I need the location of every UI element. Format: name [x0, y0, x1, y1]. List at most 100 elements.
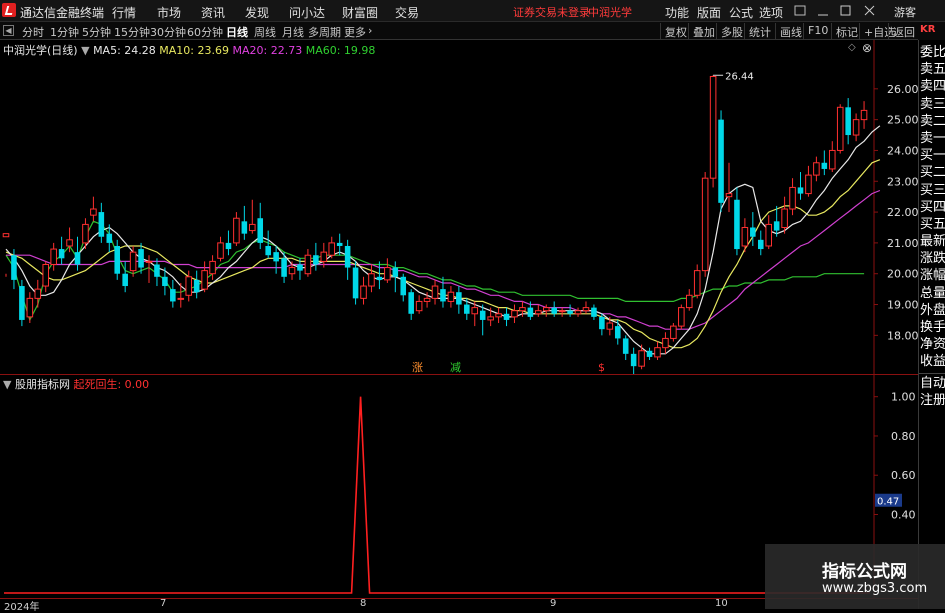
- candle: [685, 289, 693, 311]
- close-icon[interactable]: ⊗: [862, 41, 872, 55]
- button-overlay[interactable]: 叠加: [688, 23, 719, 39]
- rp-buy1[interactable]: 买一: [919, 147, 945, 164]
- rp-buy5[interactable]: 买五: [919, 216, 945, 233]
- candle: [718, 110, 724, 213]
- candle: [98, 202, 105, 243]
- edge-label: KR: [918, 22, 945, 40]
- rp-sell4[interactable]: 卖四: [919, 78, 945, 95]
- period-30min[interactable]: 30分钟: [150, 24, 186, 40]
- menu-wealth[interactable]: 财富圈: [342, 4, 378, 21]
- period-weekly[interactable]: 周线: [254, 24, 276, 40]
- chevron-right-icon[interactable]: ›: [368, 24, 372, 37]
- rp-turnover[interactable]: 换手: [919, 319, 945, 336]
- candle: [42, 261, 50, 293]
- kline-chart[interactable]: 26.00 25.00 24.00 23.00 22.00 21.00 20.00 19.00…: [0, 40, 918, 374]
- period-5min[interactable]: 5分钟: [82, 24, 111, 40]
- rp-buy2[interactable]: 买二: [919, 164, 945, 181]
- candle: [654, 341, 661, 360]
- maximize-icon[interactable]: [840, 5, 851, 16]
- period-monthly[interactable]: 月线: [282, 24, 304, 40]
- button-adjust[interactable]: 复权: [660, 23, 691, 39]
- menu-news[interactable]: 资讯: [201, 4, 225, 21]
- candle: [860, 101, 868, 129]
- candle: [495, 307, 502, 324]
- candle: [265, 230, 271, 259]
- candle: [709, 75, 717, 188]
- y-tick-label: 25.00: [887, 114, 918, 127]
- button-f10[interactable]: F10: [803, 23, 832, 39]
- rp-change[interactable]: 涨跌: [919, 250, 945, 267]
- rp-sell5[interactable]: 卖五: [919, 61, 945, 78]
- menu-formula[interactable]: 公式: [729, 4, 753, 21]
- rp-buy4[interactable]: 买四: [919, 199, 945, 216]
- rp-commission-ratio[interactable]: 委比: [919, 44, 945, 61]
- rp-sell2[interactable]: 卖二: [919, 113, 945, 130]
- candle: [693, 264, 701, 299]
- diamond-icon[interactable]: ◇: [848, 42, 856, 53]
- menu-discover[interactable]: 发现: [245, 4, 269, 21]
- period-15min[interactable]: 15分钟: [114, 24, 150, 40]
- period-daily[interactable]: 日线: [226, 24, 248, 40]
- candle: [734, 187, 740, 256]
- window-menu-icon[interactable]: [794, 5, 806, 16]
- ma60-value: MA60: 19.98: [305, 44, 376, 57]
- candle: [58, 236, 65, 265]
- candle: [408, 289, 414, 320]
- candle: [591, 304, 597, 320]
- ma10-line: [5, 159, 881, 349]
- candle: [646, 347, 653, 360]
- candle: [805, 165, 812, 197]
- period-60min[interactable]: 60分钟: [187, 24, 223, 40]
- ma20-value: MA20: 22.73: [232, 44, 303, 57]
- candle: [368, 264, 375, 293]
- rp-sell3[interactable]: 卖三: [919, 96, 945, 113]
- guest-user[interactable]: 游客: [894, 4, 916, 20]
- rp-latest[interactable]: 最新: [919, 233, 945, 250]
- rp-change-pct[interactable]: 涨幅: [919, 267, 945, 284]
- rp-earnings[interactable]: 收益: [919, 353, 945, 370]
- rp-volume[interactable]: 总量: [919, 285, 945, 302]
- menu-layout[interactable]: 版面: [697, 4, 721, 21]
- period-more[interactable]: 更多: [344, 24, 366, 40]
- rp-register[interactable]: 注册: [919, 392, 945, 409]
- button-back[interactable]: 返回: [888, 23, 919, 39]
- candle: [26, 292, 34, 324]
- candle: [313, 242, 319, 271]
- button-mark[interactable]: 标记: [831, 23, 862, 39]
- sub-y-tick-label: 1.00: [891, 391, 916, 404]
- button-stats[interactable]: 统计: [744, 23, 775, 39]
- menu-options[interactable]: 选项: [759, 4, 783, 21]
- ma20-line: [6, 189, 881, 330]
- period-1min[interactable]: 1分钟: [50, 24, 79, 40]
- rp-auto[interactable]: 自动: [919, 375, 945, 392]
- candle: [440, 276, 446, 308]
- rp-net-assets[interactable]: 净资: [919, 336, 945, 353]
- period-toolbar: ◀ 分时 1分钟 5分钟 15分钟 30分钟 60分钟 日线 周线 月线 多周期…: [0, 22, 945, 40]
- x-label-september: 9: [550, 598, 557, 609]
- login-warning[interactable]: 证券交易未登录: [513, 4, 590, 20]
- sub-y-tick-label: 0.40: [891, 508, 916, 521]
- menu-function[interactable]: 功能: [665, 4, 689, 21]
- candle: [34, 279, 42, 308]
- period-multi[interactable]: 多周期: [308, 24, 341, 40]
- rp-sell1[interactable]: 卖一: [919, 130, 945, 147]
- collapse-icon[interactable]: ◀: [3, 25, 14, 36]
- candle: [90, 196, 97, 222]
- ma5-value: MA5: 24.28: [93, 44, 156, 57]
- button-multi-stock[interactable]: 多股: [716, 23, 747, 39]
- button-draw[interactable]: 画线: [775, 23, 806, 39]
- candle: [630, 347, 637, 374]
- close-icon[interactable]: [864, 5, 875, 16]
- menu-ask[interactable]: 问小达: [289, 4, 325, 21]
- menu-trade[interactable]: 交易: [395, 4, 419, 21]
- dropdown-icon[interactable]: ▼: [81, 44, 89, 57]
- menu-quotes[interactable]: 行情: [112, 4, 136, 21]
- menu-market[interactable]: 市场: [157, 4, 181, 21]
- candle: [376, 261, 383, 290]
- ma5-line: [5, 125, 881, 355]
- candle: [392, 261, 399, 293]
- rp-outer[interactable]: 外盘: [919, 302, 945, 319]
- rp-buy3[interactable]: 买三: [919, 182, 945, 199]
- period-intraday[interactable]: 分时: [22, 24, 44, 40]
- candle: [209, 255, 216, 280]
